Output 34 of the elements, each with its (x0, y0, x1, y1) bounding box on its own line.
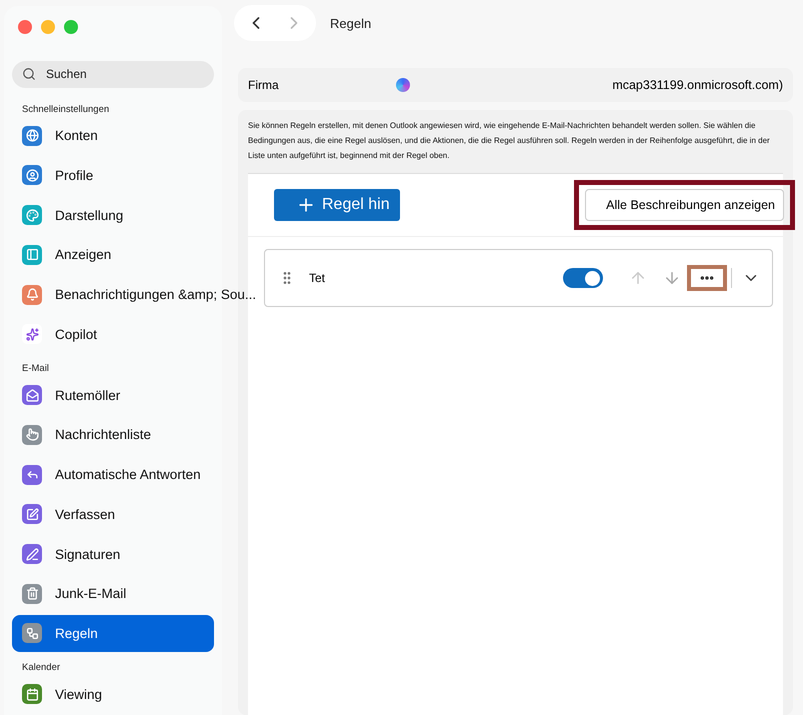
sidebar-item[interactable]: Anzeigen (12, 236, 214, 274)
section-heading: E-Mail (22, 363, 50, 374)
window-title: Regeln (330, 16, 372, 30)
show-all-descriptions-button[interactable]: Alle Beschreibungen anzeigen (585, 189, 784, 221)
account-address: mcap331199.onmicrosoft.com) (612, 78, 783, 92)
move-up-icon[interactable] (629, 269, 647, 287)
sidebar-item[interactable]: Signaturen (12, 535, 214, 573)
minimize-window-icon[interactable] (41, 20, 55, 34)
close-window-icon[interactable] (18, 20, 32, 34)
sidebar-item[interactable]: Regeln (12, 614, 214, 652)
sidebar-item[interactable]: Viewing (12, 675, 214, 714)
search-icon (22, 67, 36, 82)
move-down-icon[interactable] (663, 269, 681, 287)
maximize-window-icon[interactable] (64, 20, 78, 34)
section-heading: Schnelleinstellungen (22, 104, 110, 115)
sidebar-item[interactable]: Verfassen (12, 495, 214, 534)
search-input[interactable]: Suchen (44, 66, 188, 82)
sidebar-item[interactable]: Automatische Antworten (12, 456, 214, 494)
sidebar-item[interactable]: Junk-E-Mail (12, 574, 214, 613)
sidebar-item[interactable]: Benachrichtigungen &amp; Sou... (12, 276, 266, 314)
app-logo-icon (396, 78, 410, 92)
add-rule-button[interactable]: Regel hin (274, 189, 400, 221)
sidebar-item[interactable]: Nachrichtenliste (12, 416, 214, 454)
rule-name: Tet (309, 271, 326, 285)
sidebar-item[interactable]: Copilot (12, 315, 214, 354)
section-heading: Kalender (22, 662, 62, 674)
sidebar-item[interactable]: Konten (12, 116, 214, 155)
rule-toggle[interactable] (563, 268, 603, 288)
rules-description: Sie können Regeln erstellen, mit denen Outlook angewiesen wird, wie eingehende E-Mail-Nachrichten behandelt werden sollen. Sie wählen die Bedingungen aus, die eine Regel auslösen, und die Aktionen, die die Regel ausführen soll. Regeln werden in der Reihenfolge ausgeführt, die in der Liste unten aufgeführt ist, beginnend mit der Regel oben. (248, 120, 771, 162)
search-field[interactable]: Suchen (12, 61, 214, 88)
sidebar-item[interactable]: Rutemöller (12, 376, 214, 414)
sidebar-item[interactable]: Profile (12, 156, 214, 194)
sidebar-item[interactable]: Darstellung (12, 196, 214, 234)
account-label: Firma (248, 78, 280, 92)
